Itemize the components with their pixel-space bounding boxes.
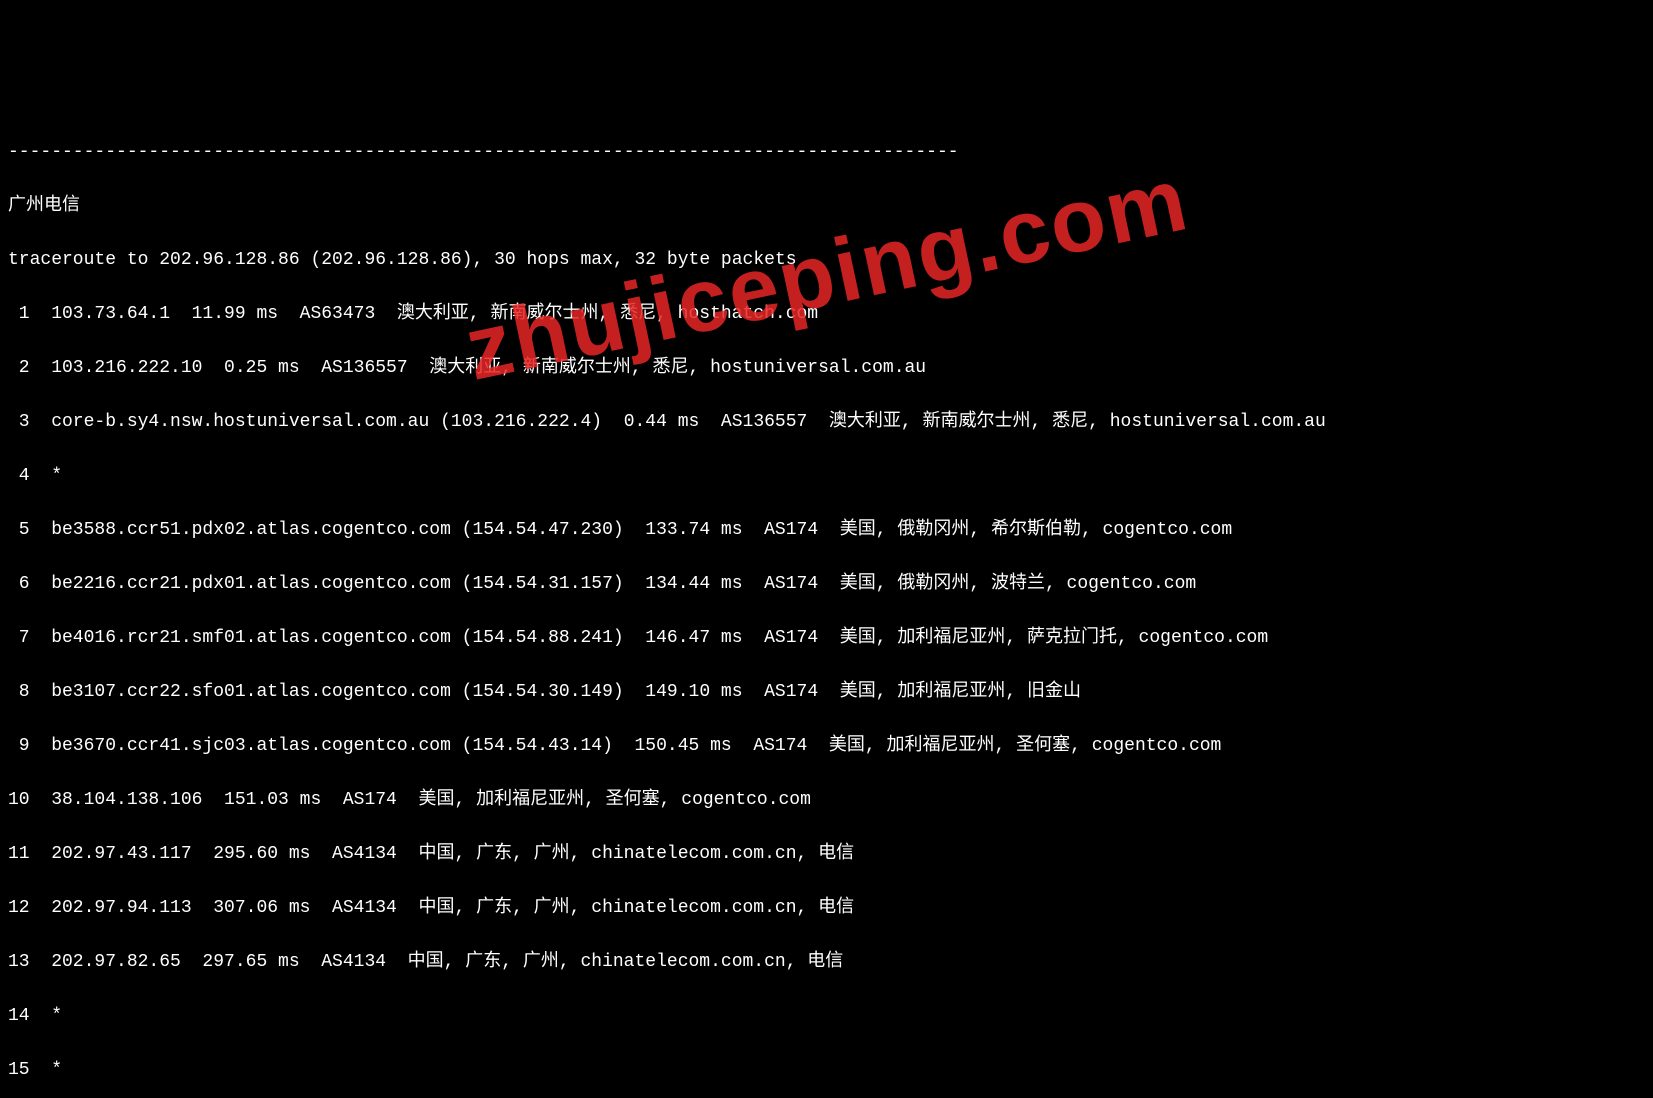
hop-row: 12 202.97.94.113 307.06 ms AS4134 中国, 广东… xyxy=(8,895,1645,922)
hop-row: 7 be4016.rcr21.smf01.atlas.cogentco.com … xyxy=(8,625,1645,652)
hop-row: 10 38.104.138.106 151.03 ms AS174 美国, 加利… xyxy=(8,787,1645,814)
separator-line: ----------------------------------------… xyxy=(8,139,1645,166)
hop-row: 13 202.97.82.65 297.65 ms AS4134 中国, 广东,… xyxy=(8,949,1645,976)
hop-row: 1 103.73.64.1 11.99 ms AS63473 澳大利亚, 新南威… xyxy=(8,301,1645,328)
hop-row: 4 * xyxy=(8,463,1645,490)
terminal-output: ----------------------------------------… xyxy=(8,112,1645,1098)
hop-row: 8 be3107.ccr22.sfo01.atlas.cogentco.com … xyxy=(8,679,1645,706)
hop-row: 15 * xyxy=(8,1057,1645,1084)
traceroute-command: traceroute to 202.96.128.86 (202.96.128.… xyxy=(8,247,1645,274)
traceroute-title: 广州电信 xyxy=(8,193,1645,220)
hop-row: 14 * xyxy=(8,1003,1645,1030)
hop-row: 5 be3588.ccr51.pdx02.atlas.cogentco.com … xyxy=(8,517,1645,544)
hop-row: 2 103.216.222.10 0.25 ms AS136557 澳大利亚, … xyxy=(8,355,1645,382)
hop-row: 11 202.97.43.117 295.60 ms AS4134 中国, 广东… xyxy=(8,841,1645,868)
hop-row: 6 be2216.ccr21.pdx01.atlas.cogentco.com … xyxy=(8,571,1645,598)
hop-row: 3 core-b.sy4.nsw.hostuniversal.com.au (1… xyxy=(8,409,1645,436)
hop-row: 9 be3670.ccr41.sjc03.atlas.cogentco.com … xyxy=(8,733,1645,760)
